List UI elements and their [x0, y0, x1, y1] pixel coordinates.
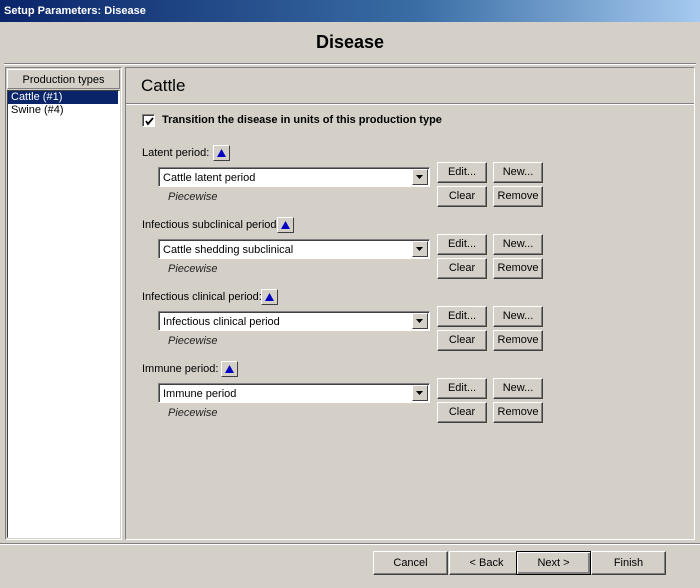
- clinical-period-label: Infectious clinical period:: [142, 291, 262, 303]
- clinical-period-type: Piecewise: [168, 335, 218, 347]
- latent-period-graph-button[interactable]: [213, 145, 230, 161]
- latent-period-label: Latent period:: [142, 147, 210, 159]
- footer-divider: [0, 543, 700, 545]
- clinical-period-new-button[interactable]: New...: [493, 306, 543, 327]
- checkmark-icon: [145, 117, 154, 126]
- panel-header: Cattle: [126, 68, 694, 104]
- parameters-panel: Cattle: [125, 67, 695, 540]
- clinical-period-value: Infectious clinical period: [163, 316, 280, 328]
- triangle-icon: [265, 293, 274, 301]
- finish-button[interactable]: Finish: [591, 551, 666, 575]
- page-title: Disease: [315, 32, 385, 52]
- subclinical-period-remove-button[interactable]: Remove: [493, 258, 543, 279]
- page-header: Disease: [4, 24, 696, 64]
- immune-period-value: Immune period: [163, 388, 237, 400]
- production-type-title: Cattle: [141, 76, 186, 95]
- triangle-icon: [225, 365, 234, 373]
- subclinical-period-edit-button[interactable]: Edit...: [437, 234, 487, 255]
- subclinical-period-label: Infectious subclinical period:: [142, 219, 280, 231]
- subclinical-period-value: Cattle shedding subclinical: [163, 244, 294, 256]
- production-types-list[interactable]: Cattle (#1) Swine (#4): [7, 90, 120, 538]
- subclinical-period-type: Piecewise: [168, 263, 218, 275]
- clinical-period-remove-button[interactable]: Remove: [493, 330, 543, 351]
- clinical-period-clear-button[interactable]: Clear: [437, 330, 487, 351]
- immune-period-type: Piecewise: [168, 407, 218, 419]
- latent-period-edit-button[interactable]: Edit...: [437, 162, 487, 183]
- window-title: Setup Parameters: Disease: [4, 5, 146, 17]
- transition-checkbox[interactable]: [142, 114, 155, 127]
- subclinical-period-new-button[interactable]: New...: [493, 234, 543, 255]
- cancel-button[interactable]: Cancel: [373, 551, 448, 575]
- production-type-item-swine[interactable]: Swine (#4): [8, 104, 119, 117]
- triangle-icon: [281, 221, 290, 229]
- latent-period-clear-button[interactable]: Clear: [437, 186, 487, 207]
- immune-period-remove-button[interactable]: Remove: [493, 402, 543, 423]
- chevron-down-icon[interactable]: [412, 385, 428, 401]
- production-types-panel: Production types Cattle (#1) Swine (#4): [5, 67, 122, 540]
- subclinical-period-graph-button[interactable]: [277, 217, 294, 233]
- latent-period-new-button[interactable]: New...: [493, 162, 543, 183]
- chevron-down-icon[interactable]: [412, 241, 428, 257]
- window-titlebar: Setup Parameters: Disease: [0, 0, 700, 22]
- latent-period-remove-button[interactable]: Remove: [493, 186, 543, 207]
- production-type-item-cattle[interactable]: Cattle (#1): [8, 91, 118, 104]
- immune-period-label: Immune period:: [142, 363, 219, 375]
- subclinical-period-clear-button[interactable]: Clear: [437, 258, 487, 279]
- subclinical-period-select[interactable]: Cattle shedding subclinical: [158, 239, 430, 259]
- back-button[interactable]: < Back: [449, 551, 524, 575]
- latent-period-select[interactable]: Cattle latent period: [158, 167, 430, 187]
- immune-period-graph-button[interactable]: [221, 361, 238, 377]
- latent-period-type: Piecewise: [168, 191, 218, 203]
- clinical-period-graph-button[interactable]: [261, 289, 278, 305]
- production-types-header[interactable]: Production types: [7, 69, 120, 89]
- immune-period-clear-button[interactable]: Clear: [437, 402, 487, 423]
- clinical-period-edit-button[interactable]: Edit...: [437, 306, 487, 327]
- triangle-icon: [217, 149, 226, 157]
- transition-checkbox-label[interactable]: Transition the disease in units of this …: [162, 114, 442, 126]
- immune-period-select[interactable]: Immune period: [158, 383, 430, 403]
- next-button[interactable]: Next >: [516, 551, 591, 575]
- immune-period-new-button[interactable]: New...: [493, 378, 543, 399]
- chevron-down-icon[interactable]: [412, 169, 428, 185]
- immune-period-edit-button[interactable]: Edit...: [437, 378, 487, 399]
- latent-period-value: Cattle latent period: [163, 172, 256, 184]
- clinical-period-select[interactable]: Infectious clinical period: [158, 311, 430, 331]
- chevron-down-icon[interactable]: [412, 313, 428, 329]
